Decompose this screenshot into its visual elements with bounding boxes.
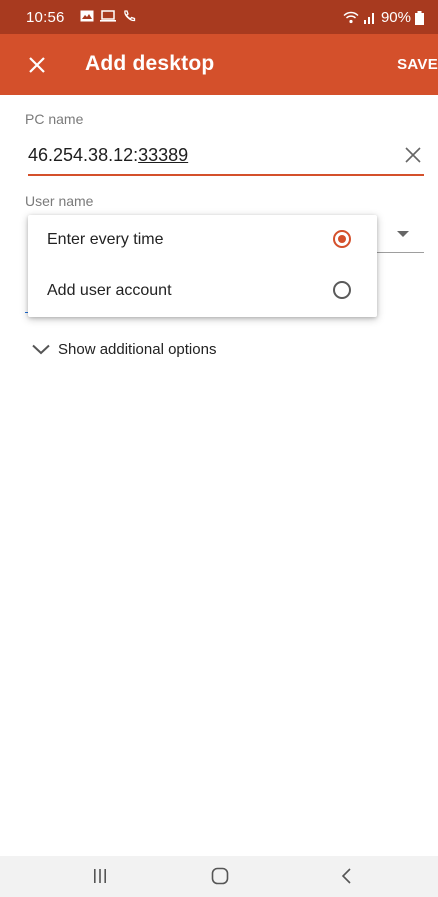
menu-item-enter-every-time[interactable]: Enter every time [28, 215, 377, 266]
show-additional-options-label: Show additional options [58, 341, 217, 358]
pc-name-label: PC name [25, 111, 84, 127]
chevron-down-icon[interactable] [397, 231, 409, 237]
menu-item-label: Enter every time [47, 231, 164, 248]
pc-name-input[interactable]: 46.254.38.12:33389 [28, 140, 424, 176]
clear-icon[interactable] [404, 146, 422, 164]
recents-icon [94, 869, 106, 883]
menu-item-label: Add user account [47, 282, 172, 299]
wifi-icon [343, 11, 359, 24]
home-icon [211, 867, 229, 885]
image-icon [80, 10, 94, 22]
laptop-icon [100, 10, 116, 22]
chevron-down-icon [32, 344, 50, 355]
status-time: 10:56 [26, 9, 65, 26]
back-icon [341, 868, 351, 884]
signal-icon [363, 13, 374, 24]
home-button[interactable] [207, 864, 233, 888]
battery-icon [415, 10, 424, 25]
screen: 10:56 90% Add desktop SAVE PC name 46.25… [0, 0, 438, 897]
close-icon [29, 57, 45, 73]
back-button[interactable] [334, 864, 360, 888]
app-bar: Add desktop SAVE [0, 34, 438, 95]
status-right: 90% [343, 9, 424, 26]
show-additional-options[interactable]: Show additional options [32, 341, 216, 358]
user-name-label: User name [25, 193, 94, 209]
page-title: Add desktop [85, 52, 215, 75]
recents-button[interactable] [87, 864, 113, 888]
user-account-menu: Enter every time Add user account [28, 215, 377, 317]
radio-unselected-icon[interactable] [333, 281, 351, 299]
status-bar: 10:56 90% [0, 0, 438, 34]
battery-percent: 90% [380, 9, 411, 26]
close-button[interactable] [22, 50, 52, 80]
phone-call-icon [124, 10, 136, 22]
menu-item-add-user-account[interactable]: Add user account [28, 266, 377, 317]
pc-name-port: 33389 [138, 145, 189, 165]
status-notification-icons [80, 9, 136, 23]
radio-selected-icon[interactable] [333, 230, 351, 248]
system-nav-bar [0, 856, 438, 897]
pc-name-host: 46.254.38.12: [28, 145, 139, 165]
save-button[interactable]: SAVE [397, 56, 438, 73]
pc-name-value: 46.254.38.12:33389 [28, 145, 188, 166]
